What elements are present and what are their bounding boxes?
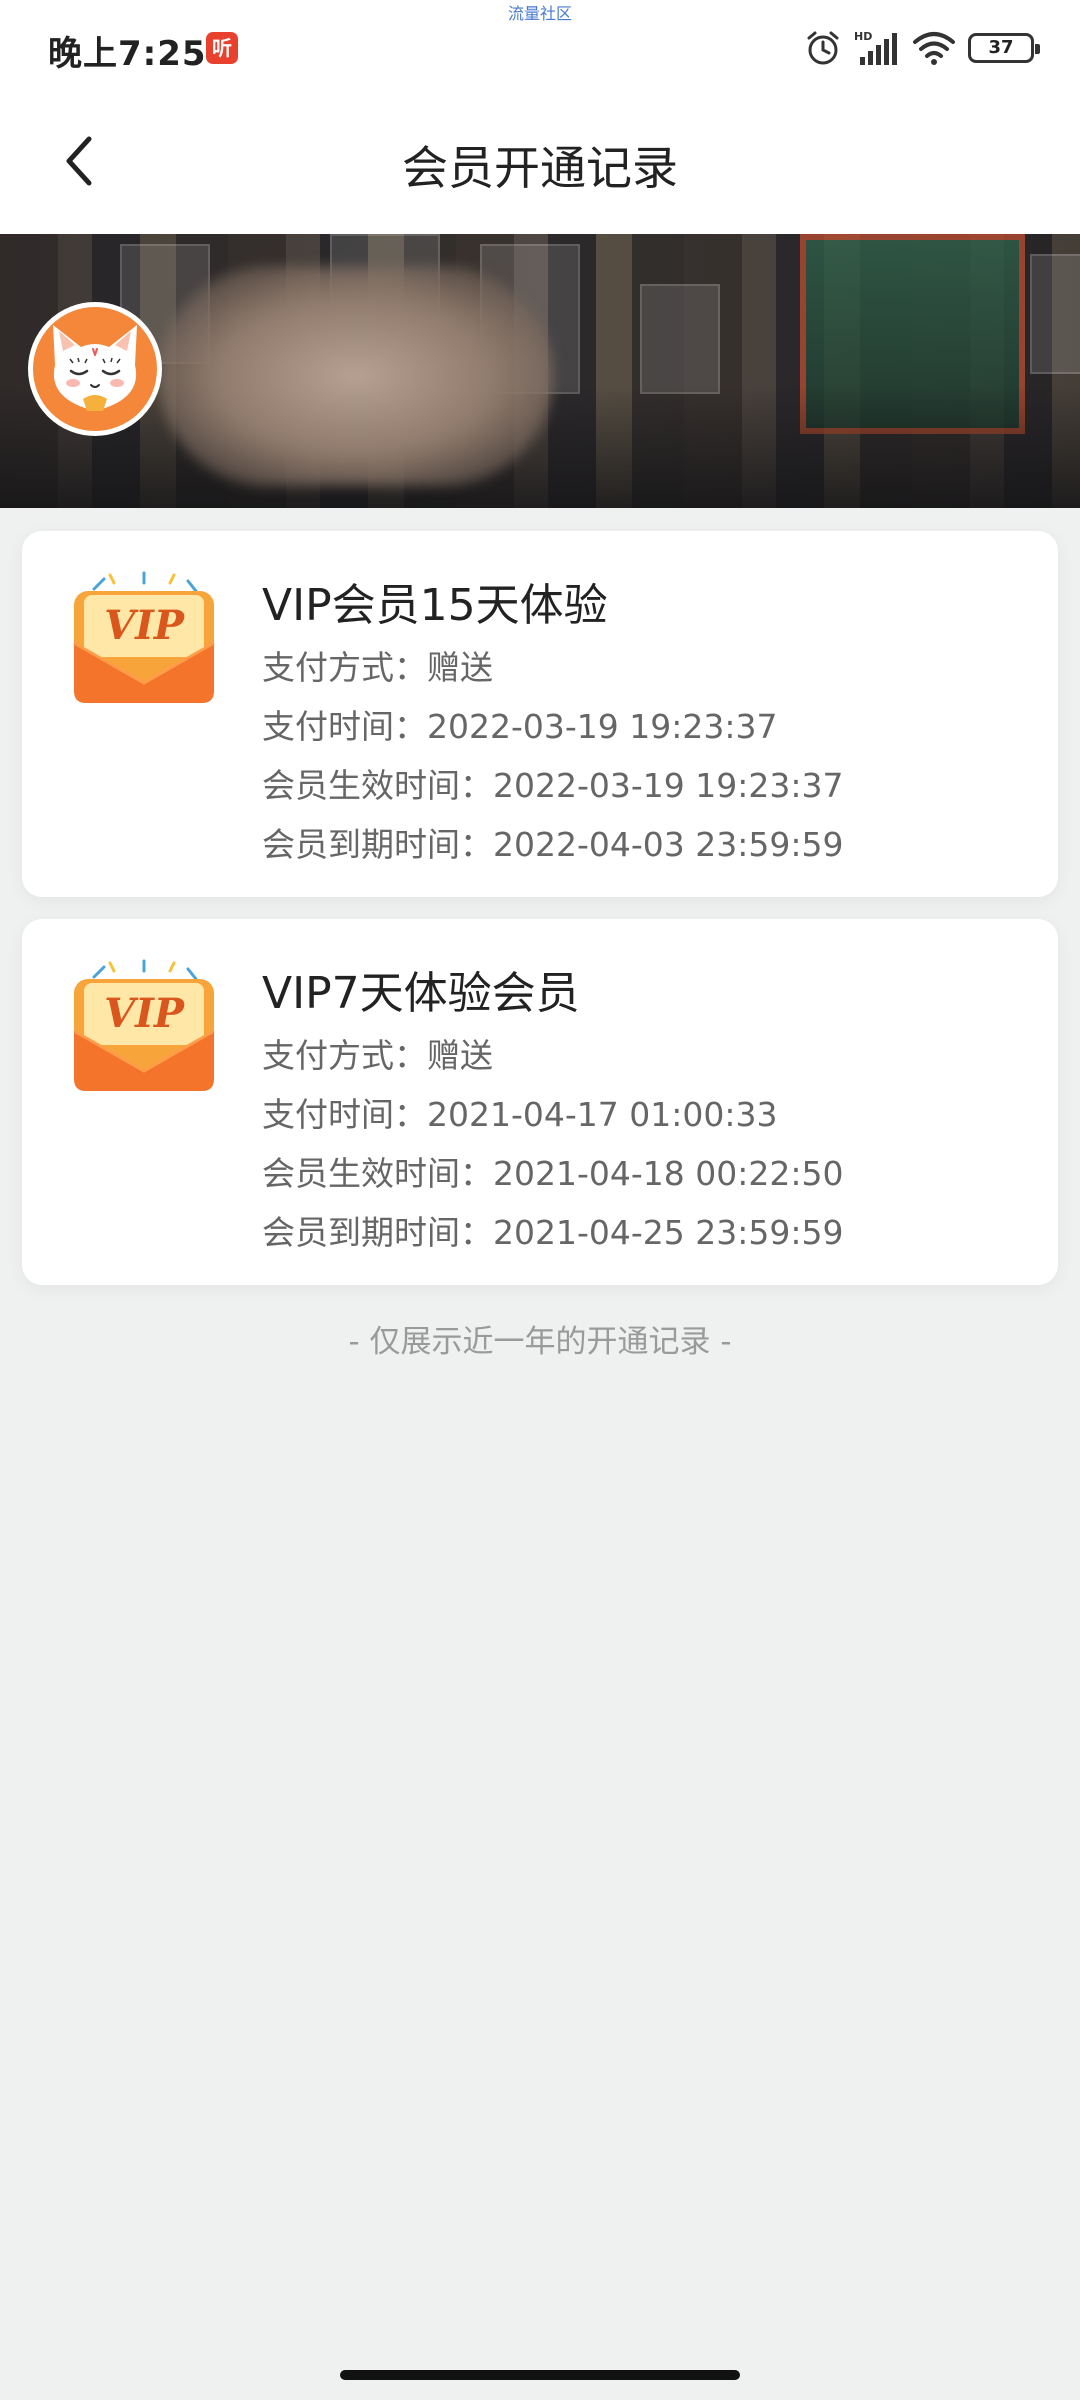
vip-badge-text: VIP xyxy=(104,990,186,1037)
expire-time: 会员到期时间：2021-04-25 23:59:59 xyxy=(262,1213,844,1252)
page: 流量社区 晚上7:25 听 HD 37 会员开通记录 VIP VIP会员15天体… xyxy=(0,0,1080,2400)
effective-time: 会员生效时间：2022-03-19 19:23:37 xyxy=(262,766,844,805)
hd-signal-icon: HD xyxy=(854,30,897,65)
payment-method: 支付方式：赠送 xyxy=(262,1036,493,1075)
record-title: VIP7天体验会员 xyxy=(262,968,580,1019)
cat-avatar-icon xyxy=(53,325,137,411)
battery-icon: 37 xyxy=(968,33,1040,63)
payment-method: 支付方式：赠送 xyxy=(262,648,493,687)
status-icons: HD 37 xyxy=(804,28,1040,68)
membership-record-card: VIP VIP会员15天体验 支付方式：赠送 支付时间：2022-03-19 1… xyxy=(22,531,1058,897)
membership-record-card: VIP VIP7天体验会员 支付方式：赠送 支付时间：2021-04-17 01… xyxy=(22,919,1058,1285)
payment-time: 支付时间：2021-04-17 01:00:33 xyxy=(262,1095,778,1134)
status-bar: 流量社区 晚上7:25 听 HD 37 xyxy=(0,0,1080,96)
status-time: 晚上7:25 xyxy=(48,34,207,74)
avatar[interactable] xyxy=(28,302,162,436)
nav-bar: 会员开通记录 xyxy=(0,96,1080,234)
page-title: 会员开通记录 xyxy=(402,141,678,195)
app-notification-badge: 听 xyxy=(206,32,238,64)
record-title: VIP会员15天体验 xyxy=(262,580,608,631)
effective-time: 会员生效时间：2021-04-18 00:22:50 xyxy=(262,1154,844,1193)
svg-text:HD: HD xyxy=(854,30,872,43)
expire-time: 会员到期时间：2022-04-03 23:59:59 xyxy=(262,825,844,864)
footer-note: - 仅展示近一年的开通记录 - xyxy=(348,1324,732,1360)
home-indicator[interactable] xyxy=(340,2370,740,2380)
vip-envelope-icon: VIP xyxy=(73,959,215,1091)
profile-banner xyxy=(0,234,1080,508)
status-watermark: 流量社区 xyxy=(507,4,572,23)
wifi-icon xyxy=(913,32,955,65)
payment-time: 支付时间：2022-03-19 19:23:37 xyxy=(262,707,778,746)
vip-badge-text: VIP xyxy=(104,602,186,649)
alarm-icon xyxy=(807,31,839,65)
vip-envelope-icon: VIP xyxy=(73,571,215,703)
blurred-username xyxy=(158,266,553,486)
